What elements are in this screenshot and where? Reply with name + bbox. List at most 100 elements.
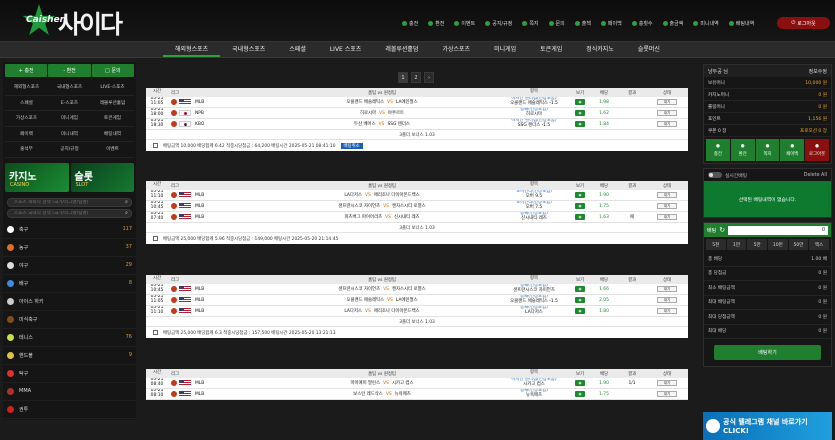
select-checkbox[interactable] xyxy=(153,143,158,148)
nav-item[interactable]: 정식카지노 xyxy=(574,42,626,57)
eye-icon[interactable]: ◉ xyxy=(575,121,585,127)
eye-icon[interactable]: ◉ xyxy=(575,380,585,386)
sport-item[interactable]: 권투 xyxy=(3,401,136,419)
baseball-icon xyxy=(171,308,177,314)
nav-item[interactable]: 가상스포츠 xyxy=(430,42,482,57)
search-icon[interactable]: ⌕ xyxy=(122,198,131,207)
top-menu-item[interactable]: 충횟수 xyxy=(628,18,657,28)
site-logo[interactable]: Caishen 사이다 xyxy=(22,4,123,39)
left-menu-item[interactable]: 국내형스포츠 xyxy=(48,80,91,96)
sport-item[interactable]: 테니스 76 xyxy=(3,329,136,347)
top-menu-item[interactable]: 문의 xyxy=(545,18,569,28)
page-button[interactable]: 2 xyxy=(411,72,421,83)
eye-icon[interactable]: ◉ xyxy=(575,286,585,292)
left-menu-item[interactable]: 레볼루션홀덤 xyxy=(91,96,134,111)
user-button[interactable]: ● 로그아웃 xyxy=(805,139,829,161)
eye-icon[interactable]: ◉ xyxy=(575,214,585,220)
nav-item[interactable]: 스페셜 xyxy=(277,42,318,57)
left-menu-item[interactable]: 미니게임 xyxy=(48,111,91,127)
nav-item[interactable]: 미니게임 xyxy=(482,42,528,57)
left-button[interactable]: + 충전 xyxy=(5,64,48,77)
left-button[interactable]: □ 문의 xyxy=(91,64,134,77)
sport-item[interactable]: 배구 8 xyxy=(3,275,136,293)
left-menu-item[interactable]: 배팅내역 xyxy=(91,127,134,142)
left-menu-item[interactable]: 해외형스포츠 xyxy=(5,80,48,96)
search-domestic-input[interactable] xyxy=(8,210,122,216)
sport-item[interactable]: 축구 117 xyxy=(3,221,136,239)
eye-icon[interactable]: ◉ xyxy=(575,297,585,303)
page-button[interactable]: › xyxy=(424,72,434,83)
nav-item[interactable]: 국내형스포츠 xyxy=(220,42,277,57)
bet-amount-input[interactable] xyxy=(728,225,828,235)
user-button[interactable]: ● 환전 xyxy=(730,139,755,161)
top-menu-item[interactable]: 페이백 xyxy=(597,18,626,28)
sport-item[interactable]: 야구 29 xyxy=(3,257,136,275)
page-button[interactable]: 1 xyxy=(398,72,408,83)
nav-item[interactable]: 슬롯머신 xyxy=(626,42,672,57)
nav-item[interactable]: 해외형스포츠 xyxy=(163,42,221,57)
left-menu-item[interactable]: 스페셜 xyxy=(5,96,48,111)
quick-amount-button[interactable]: 10만 xyxy=(767,239,788,250)
eye-icon[interactable]: ◉ xyxy=(575,203,585,209)
left-menu-item[interactable]: 페이백 xyxy=(5,127,48,142)
top-header: Caishen 사이다 충전 환전 이벤트 공지/규정 쪽지 문의 출첵 페이백 충횟수 출금액 미… xyxy=(0,0,835,42)
top-menu-item[interactable]: 이벤트 xyxy=(450,18,479,28)
nav-item[interactable]: 레볼루션홀덤 xyxy=(373,42,430,57)
sport-item[interactable]: 아이스 하키 xyxy=(3,293,136,311)
top-menu-item[interactable]: 공지/규정 xyxy=(481,18,516,28)
top-menu-item[interactable]: 미니내역 xyxy=(689,18,722,28)
sport-item[interactable]: 농구 37 xyxy=(3,239,136,257)
sport-item[interactable]: 탁구 xyxy=(3,365,136,383)
nav-item[interactable]: LIVE 스포츠 xyxy=(318,42,373,57)
left-menu-item[interactable]: 가상스포츠 xyxy=(5,111,48,127)
top-menu-item[interactable]: 충전 xyxy=(398,18,422,28)
left-menu-item[interactable]: 토큰게임 xyxy=(91,111,134,127)
reset-icon[interactable]: ↻ xyxy=(719,226,725,234)
delete-all-button[interactable]: Delete All xyxy=(804,173,827,178)
quick-amount-button[interactable]: 5만 xyxy=(747,239,767,250)
edit-info-link[interactable]: 정보수정 xyxy=(809,68,827,75)
casino-banner[interactable]: 카지노 CASINO xyxy=(5,162,69,192)
sport-item[interactable]: 핸드볼 9 xyxy=(3,347,136,365)
sport-item[interactable]: MMA xyxy=(3,383,136,401)
sport-item[interactable]: 미식축구 xyxy=(3,311,136,329)
realtime-toggle[interactable] xyxy=(708,172,722,178)
eye-icon[interactable]: ◉ xyxy=(575,308,585,314)
left-menu-item[interactable]: 출석부 xyxy=(5,142,48,158)
eye-icon[interactable]: ◉ xyxy=(575,110,585,116)
away-team: 캔자스시티 로열스 xyxy=(391,204,426,209)
top-menu-item[interactable]: 배팅내역 xyxy=(725,18,758,28)
top-menu-item[interactable]: 환전 xyxy=(424,18,448,28)
user-button[interactable]: ● 페이백 xyxy=(780,139,805,161)
quick-amount-button[interactable]: 맥스 xyxy=(809,239,829,250)
nav-item[interactable]: 토큰게임 xyxy=(528,42,574,57)
top-menu-item[interactable]: 출금액 xyxy=(659,18,688,28)
left-button[interactable]: - 환전 xyxy=(48,64,91,77)
user-button[interactable]: ● 충전 xyxy=(706,139,730,161)
left-menu-item[interactable]: 이벤트 xyxy=(91,142,134,158)
left-menu-item[interactable]: 미니내역 xyxy=(48,127,91,142)
status-badge: 대기 xyxy=(657,99,677,105)
table-header: 시간 리그 홈팀 vs 원정팀 항목 보기 배당 결과 상태 xyxy=(146,275,688,284)
eye-icon[interactable]: ◉ xyxy=(575,391,585,397)
user-button[interactable]: ● 쪽지 xyxy=(755,139,780,161)
top-menu-item[interactable]: 쪽지 xyxy=(518,18,542,28)
left-menu-item[interactable]: 공지/규정 xyxy=(48,142,91,158)
search-icon[interactable]: ⌕ xyxy=(122,209,131,218)
cancel-bet-button[interactable]: 배팅취소 xyxy=(340,142,363,149)
select-checkbox[interactable] xyxy=(153,330,158,335)
search-overseas-input[interactable] xyxy=(8,199,122,205)
slot-banner[interactable]: 슬롯 SLOT xyxy=(70,162,134,192)
eye-icon[interactable]: ◉ xyxy=(575,99,585,105)
logout-button[interactable]: ⏻ 로그아웃 xyxy=(777,17,830,29)
quick-amount-button[interactable]: 5천 xyxy=(706,239,726,250)
quick-amount-button[interactable]: 50만 xyxy=(788,239,809,250)
telegram-banner[interactable]: 공식 텔레그램 채널 바로가기 CLICK! xyxy=(703,412,832,440)
top-menu-item[interactable]: 출첵 xyxy=(571,18,595,28)
place-bet-button[interactable]: 배팅하기 xyxy=(714,345,821,360)
select-checkbox[interactable] xyxy=(153,236,158,241)
quick-amount-button[interactable]: 1만 xyxy=(726,239,747,250)
left-menu-item[interactable]: LIVE-스포츠 xyxy=(91,80,134,96)
eye-icon[interactable]: ◉ xyxy=(575,192,585,198)
left-menu-item[interactable]: E-스포츠 xyxy=(48,96,91,111)
